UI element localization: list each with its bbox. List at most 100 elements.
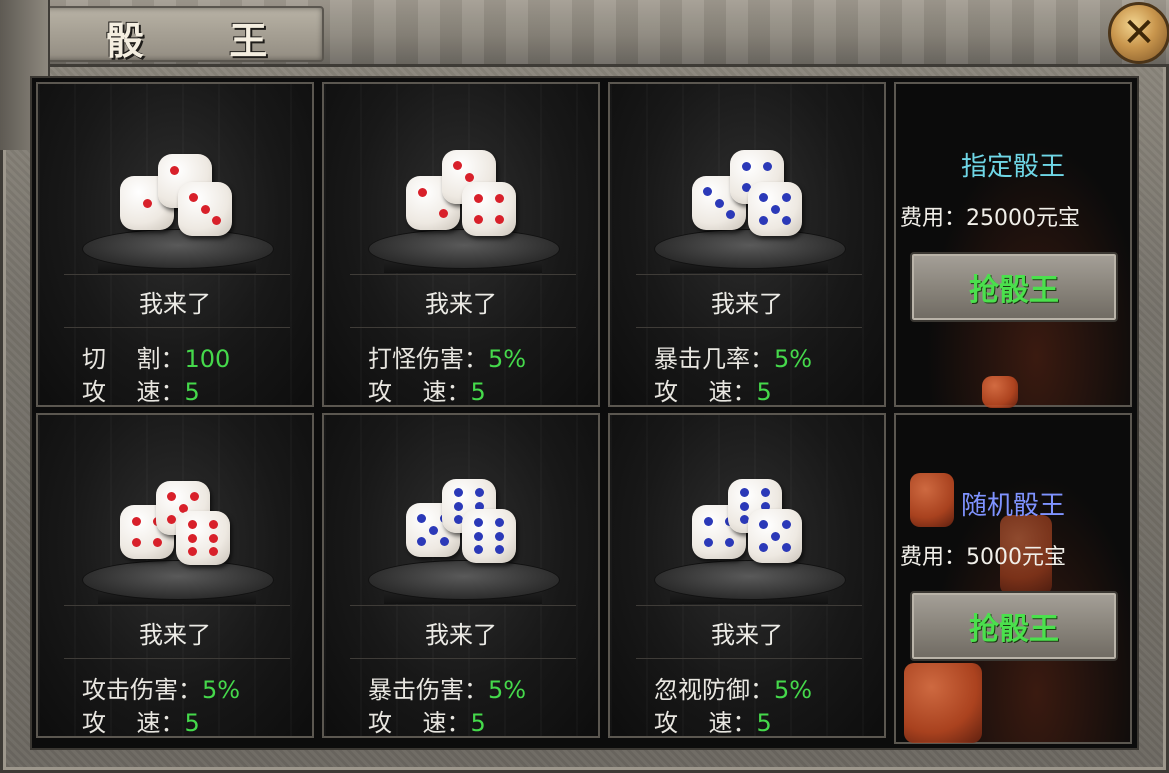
die-pip xyxy=(187,547,197,556)
die-pip xyxy=(142,198,152,208)
stat-row-1: 打怪伤害：5% xyxy=(368,345,527,373)
stat-row-1: 忽视防御：5% xyxy=(654,676,813,704)
die-pip xyxy=(495,215,505,225)
divider xyxy=(64,274,290,275)
die-pip xyxy=(473,545,483,554)
die-pip xyxy=(440,537,450,547)
designated-king-panel: 指定骰王 费用：25000元宝 抢骰王 xyxy=(894,82,1132,408)
divider xyxy=(636,274,862,275)
die-pip xyxy=(770,531,780,541)
die-pip xyxy=(782,543,792,553)
random-king-panel: 随机骰王 费用：5000元宝 抢骰王 xyxy=(894,413,1132,744)
die-pip xyxy=(439,209,449,219)
die-pip xyxy=(473,215,483,225)
grab-king-button[interactable]: 抢骰王 xyxy=(910,252,1118,322)
side-title: 随机骰王 xyxy=(960,491,1065,521)
dice-icon xyxy=(982,376,1018,408)
stat-row-1: 攻击伤害：5% xyxy=(82,676,241,704)
die-pip xyxy=(495,531,505,541)
grab-king-button[interactable]: 抢骰王 xyxy=(910,591,1118,661)
stat-row-2: 攻 速：5 xyxy=(368,378,486,406)
divider xyxy=(350,658,576,659)
dice-card-2[interactable]: 我来了 打怪伤害：5% 攻 速：5 xyxy=(322,82,600,407)
dice-icon xyxy=(120,144,240,244)
die-pip xyxy=(209,533,219,543)
die-pip xyxy=(758,192,768,202)
die xyxy=(748,509,802,563)
die-pip xyxy=(416,537,426,547)
window-title: 骰 王 xyxy=(106,19,304,63)
die-pip xyxy=(169,165,179,175)
stat-row-2: 攻 速：5 xyxy=(82,709,200,737)
divider xyxy=(64,327,290,328)
card-label: 我来了 xyxy=(425,290,497,318)
die-pip xyxy=(473,531,483,541)
die-pip xyxy=(702,186,712,196)
divider xyxy=(350,274,576,275)
die-pip xyxy=(190,491,200,501)
die-pip xyxy=(725,538,735,548)
die-pip xyxy=(166,515,176,525)
dice-card-4[interactable]: 我来了 攻击伤害：5% 攻 速：5 xyxy=(36,413,314,738)
divider xyxy=(636,605,862,606)
dice-icon xyxy=(904,663,982,743)
die-pip xyxy=(452,160,462,170)
die-pip xyxy=(209,520,219,529)
divider xyxy=(64,658,290,659)
dice-card-1[interactable]: 我来了 切 割：100 攻 速：5 xyxy=(36,82,314,407)
die-pip xyxy=(200,204,210,214)
divider xyxy=(64,605,290,606)
die-pip xyxy=(473,518,483,527)
die-pip xyxy=(495,193,505,203)
divider xyxy=(636,327,862,328)
dice-icon xyxy=(692,144,812,244)
die-pip xyxy=(212,216,222,226)
die-pip xyxy=(188,192,198,202)
die-pip xyxy=(187,520,197,529)
die-pip xyxy=(464,172,474,182)
card-label: 我来了 xyxy=(139,290,211,318)
dice-card-3[interactable]: 我来了 暴击几率：5% 攻 速：5 xyxy=(608,82,886,407)
die-pip xyxy=(770,204,780,214)
card-label: 我来了 xyxy=(425,621,497,649)
close-button[interactable]: ✕ xyxy=(1108,2,1169,64)
stat-row-1: 切 割：100 xyxy=(82,345,231,373)
die-pip xyxy=(153,538,163,548)
stat-row-1: 暴击几率：5% xyxy=(654,345,813,373)
stat-row-1: 暴击伤害：5% xyxy=(368,676,527,704)
side-cost: 费用：25000元宝 xyxy=(900,206,1080,231)
die-pip xyxy=(166,491,176,501)
die-pip xyxy=(761,488,771,497)
stat-row-2: 攻 速：5 xyxy=(654,378,772,406)
die-pip xyxy=(726,210,736,220)
close-icon: ✕ xyxy=(1122,10,1156,56)
die xyxy=(462,182,516,236)
stat-row-2: 攻 速：5 xyxy=(82,378,200,406)
divider xyxy=(350,327,576,328)
die-pip xyxy=(714,198,724,208)
stat-row-2: 攻 速：5 xyxy=(368,709,486,737)
die-pip xyxy=(453,488,463,497)
card-label: 我来了 xyxy=(711,621,783,649)
die-pip xyxy=(209,547,219,556)
side-title: 指定骰王 xyxy=(960,152,1065,182)
die-pip xyxy=(782,192,792,202)
die xyxy=(748,182,802,236)
die-pip xyxy=(758,216,768,226)
dice-card-6[interactable]: 我来了 忽视防御：5% 攻 速：5 xyxy=(608,413,886,738)
dice-card-5[interactable]: 我来了 暴击伤害：5% 攻 速：5 xyxy=(322,413,600,738)
die-pip xyxy=(417,187,427,197)
die-pip xyxy=(131,516,141,526)
die-pip xyxy=(739,488,749,497)
side-cost: 费用：5000元宝 xyxy=(900,545,1066,570)
die-pip xyxy=(741,161,751,171)
stat-row-2: 攻 速：5 xyxy=(654,709,772,737)
die-pip xyxy=(495,545,505,554)
die-pip xyxy=(703,516,713,526)
card-label: 我来了 xyxy=(711,290,783,318)
die-pip xyxy=(763,161,773,171)
dice-icon xyxy=(692,475,812,575)
die-pip xyxy=(131,538,141,548)
die-pip xyxy=(739,501,749,511)
title-bar: 骰 王 xyxy=(0,0,1169,67)
